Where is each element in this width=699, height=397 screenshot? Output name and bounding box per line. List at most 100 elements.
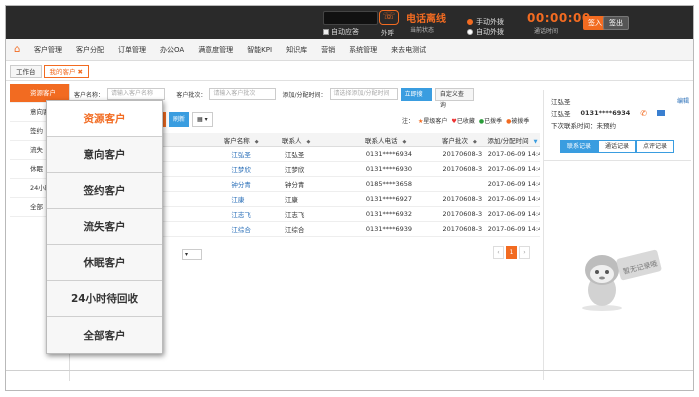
nav-item[interactable]: 智能KPI: [247, 45, 272, 55]
cell-time: 2017-06-09 14:43:40: [487, 165, 540, 173]
customer-detail-panel: 江弘圣 编辑 江弘圣 0131****6934 ✆ 下次联系时间：未预约 联系记…: [543, 90, 691, 380]
sort-icon: ◆: [472, 138, 477, 145]
popup-item-signed[interactable]: 签约客户: [47, 173, 162, 209]
header-batch[interactable]: 客户批次 ◆: [424, 135, 483, 145]
nav-item[interactable]: 满意度管理: [198, 45, 233, 55]
page-size-select[interactable]: ▾: [182, 249, 202, 260]
tab-label: 我的客户: [49, 68, 76, 76]
legend-heart-label: 已收藏: [456, 118, 475, 125]
header-label: 客户名称: [223, 136, 250, 145]
line-status-title: 电话离线: [406, 14, 446, 25]
next-contact-time: 下次联系时间：未预约: [551, 122, 616, 130]
cell-batch: 20170608-3: [442, 150, 483, 158]
legend-note: 注：: [402, 118, 415, 125]
divider: [6, 370, 693, 371]
search-button[interactable]: 立即搜索: [400, 87, 432, 111]
detail-contact-row: 江弘圣 0131****6934 ✆: [551, 108, 665, 118]
tab-call-records[interactable]: 通话记录: [598, 140, 637, 153]
nav-item[interactable]: 来去电测试: [391, 45, 426, 55]
radio-selected-icon: [467, 19, 473, 25]
tab-contact-records[interactable]: 联系记录: [560, 140, 599, 153]
custom-query-button[interactable]: 自定义查询: [434, 87, 475, 109]
refresh-button[interactable]: 刷新: [169, 112, 190, 127]
cell-phone: 0185****3658: [365, 180, 413, 188]
popup-item-dormant[interactable]: 休眠客户: [47, 245, 162, 281]
header-label: 添加/分配时间: [487, 136, 529, 145]
page-button[interactable]: 1: [506, 246, 517, 259]
detail-contact-name: 江弘圣: [551, 110, 571, 118]
legend-connected-label: 已拨季: [484, 118, 503, 125]
call-time-label: 通话时间: [534, 28, 559, 35]
nav-item[interactable]: 客户分配: [76, 45, 104, 55]
cell-time: 2017-06-09 14:43:40: [487, 210, 540, 218]
time-filter-input[interactable]: 请选择添加/分配时间: [329, 88, 398, 100]
top-bar: 自动应答 ☏ 外呼 电话离线 当前状态 手动外拨 自动外拨 00:00:00 通…: [6, 6, 693, 39]
tab-workbench[interactable]: 工作台: [10, 65, 42, 78]
home-icon[interactable]: ⌂: [14, 44, 24, 55]
popup-item-all[interactable]: 全部客户: [47, 317, 162, 353]
phone-icon[interactable]: ☏: [379, 10, 399, 25]
tab-review-records[interactable]: 点评记录: [636, 140, 675, 153]
edit-link[interactable]: 编辑: [677, 96, 689, 105]
header-phone[interactable]: 联系人电话 ◆: [341, 135, 424, 145]
divider: [544, 160, 691, 161]
nav-item[interactable]: 客户管理: [34, 45, 62, 55]
manual-dial-radio[interactable]: 手动外拨: [467, 17, 504, 27]
auto-dial-radio[interactable]: 自动外拨: [467, 27, 504, 37]
cell-time: 2017-06-09 14:43:40: [487, 180, 540, 188]
nav-item[interactable]: 营销: [321, 45, 335, 55]
popup-item-resource[interactable]: 资源客户: [47, 101, 162, 137]
cell-contact: 江弘圣: [284, 151, 305, 159]
nav-item[interactable]: 系统管理: [349, 45, 377, 55]
cell-batch: 20170608-3: [442, 165, 483, 173]
nav-item[interactable]: 办公OA: [160, 45, 184, 55]
detail-customer-name: 江弘圣: [551, 98, 571, 106]
cell-phone: 0131****6932: [365, 210, 413, 218]
sort-icon: ◆: [254, 138, 259, 145]
nav-item[interactable]: 订单管理: [118, 45, 146, 55]
cell-batch: 20170608-3: [442, 225, 483, 233]
cell-phone: 0131****6934: [365, 150, 413, 158]
popup-item-24h-recycle[interactable]: 24小时待回收: [47, 281, 162, 317]
checkout-button[interactable]: 签出: [603, 16, 629, 30]
mail-icon[interactable]: [656, 110, 665, 116]
category-popup-menu: 资源客户 意向客户 签约客户 流失客户 休眠客户 24小时待回收 全部客户: [46, 100, 163, 354]
auto-answer-label: 自动应答: [331, 28, 359, 36]
sort-icon: ◆: [306, 138, 311, 145]
columns-button[interactable]: ▦ ▾: [192, 112, 213, 127]
legend-heart: ♥已收藏: [451, 116, 474, 125]
phone-icon[interactable]: ✆: [640, 109, 647, 118]
name-filter-input[interactable]: 请输入客户名称: [107, 88, 166, 100]
legend-star-label: 星级客户: [423, 118, 448, 125]
prev-page-button[interactable]: ‹: [493, 246, 504, 259]
tab-my-customers[interactable]: 我的客户 ✖: [43, 65, 89, 78]
header-label: 联系人: [281, 136, 302, 145]
empty-state-illustration: 暂无记录哦: [582, 249, 662, 311]
batch-filter-label: 客户批次：: [176, 91, 207, 99]
cell-time: 2017-06-09 14:43:40: [487, 150, 540, 158]
legend: 注： ★星级客户 ♥已收藏 ●已拨季 ●被拨季: [402, 116, 529, 125]
batch-filter-input[interactable]: 请输入客户批次: [209, 88, 276, 100]
header-label: 联系人电话: [364, 136, 398, 145]
header-contact[interactable]: 联系人 ◆: [278, 135, 341, 145]
page-tabs: 工作台 我的客户 ✖: [6, 65, 89, 80]
cell-contact: 江综合: [284, 226, 305, 234]
next-page-button[interactable]: ›: [519, 246, 530, 259]
divider: [6, 80, 693, 81]
dial-input[interactable]: [323, 11, 378, 25]
cell-contact: 钟分青: [284, 181, 305, 189]
manual-dial-label: 手动外拨: [476, 18, 504, 26]
cell-phone: 0131****6939: [365, 225, 413, 233]
legend-dialed: ●被拨季: [506, 116, 529, 125]
cell-batch: 20170608-3: [442, 195, 483, 203]
auto-answer-checkbox[interactable]: 自动应答: [323, 27, 359, 37]
header-time[interactable]: 添加/分配时间 ▼: [483, 135, 540, 145]
close-icon[interactable]: ✖: [78, 68, 83, 76]
popup-item-lost[interactable]: 流失客户: [47, 209, 162, 245]
popup-item-intent[interactable]: 意向客户: [47, 137, 162, 173]
legend-dialed-label: 被拨季: [511, 118, 530, 125]
legend-star: ★星级客户: [418, 116, 447, 125]
cell-phone: 0131****6927: [365, 195, 413, 203]
nav-item[interactable]: 知识库: [286, 45, 307, 55]
auto-dial-label: 自动外拨: [476, 28, 504, 36]
